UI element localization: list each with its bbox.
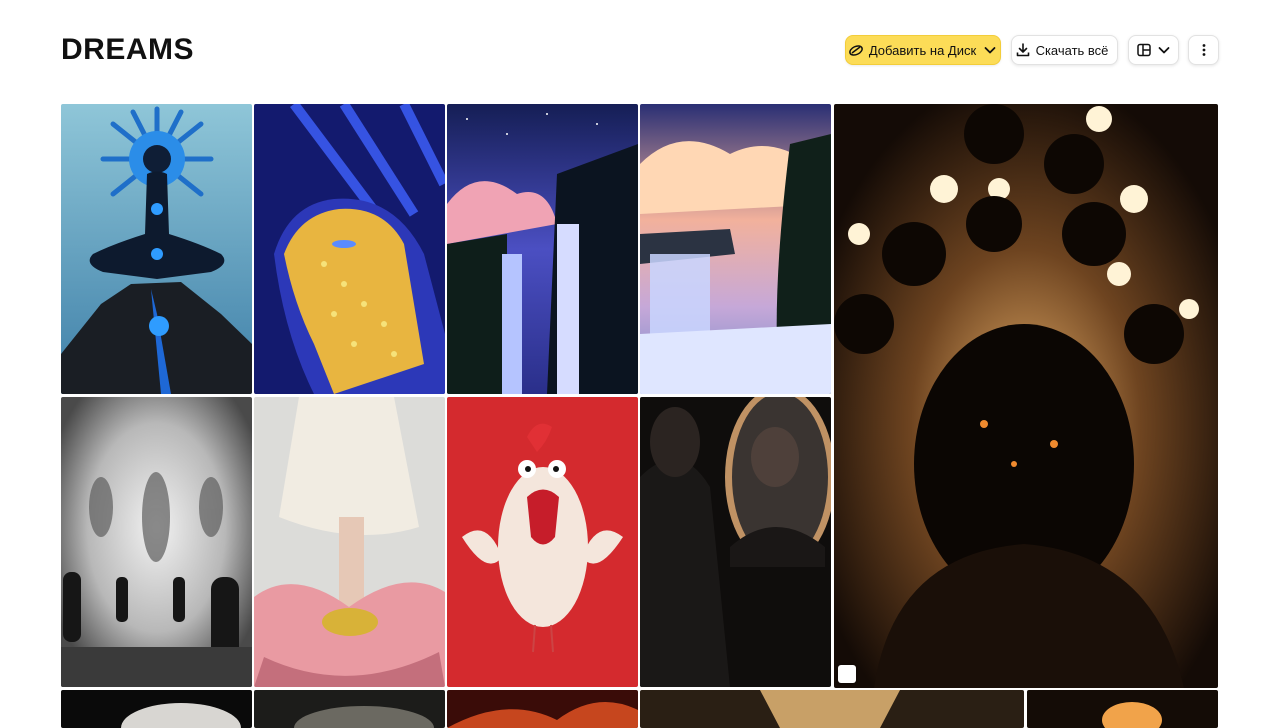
photo-night-waterfall[interactable] xyxy=(447,104,638,394)
photo-row3-3[interactable] xyxy=(447,690,638,728)
photo-fog-figures[interactable] xyxy=(61,397,252,687)
photo-glowing-head[interactable] xyxy=(834,104,1218,688)
photo-flower-dress[interactable] xyxy=(254,397,445,687)
photo-grid xyxy=(0,0,1280,728)
photo-row3-4[interactable] xyxy=(640,690,1024,728)
photo-mirror-man[interactable] xyxy=(640,397,831,687)
photo-sunset-waterfall[interactable] xyxy=(640,104,831,394)
photo-row3-2[interactable] xyxy=(254,690,445,728)
photo-row3-1[interactable] xyxy=(61,690,252,728)
select-checkbox[interactable] xyxy=(838,665,856,683)
photo-golden-face[interactable] xyxy=(254,104,445,394)
photo-row3-5[interactable] xyxy=(1027,690,1218,728)
photo-screaming-chicken[interactable] xyxy=(447,397,638,687)
photo-meditation[interactable] xyxy=(61,104,252,394)
